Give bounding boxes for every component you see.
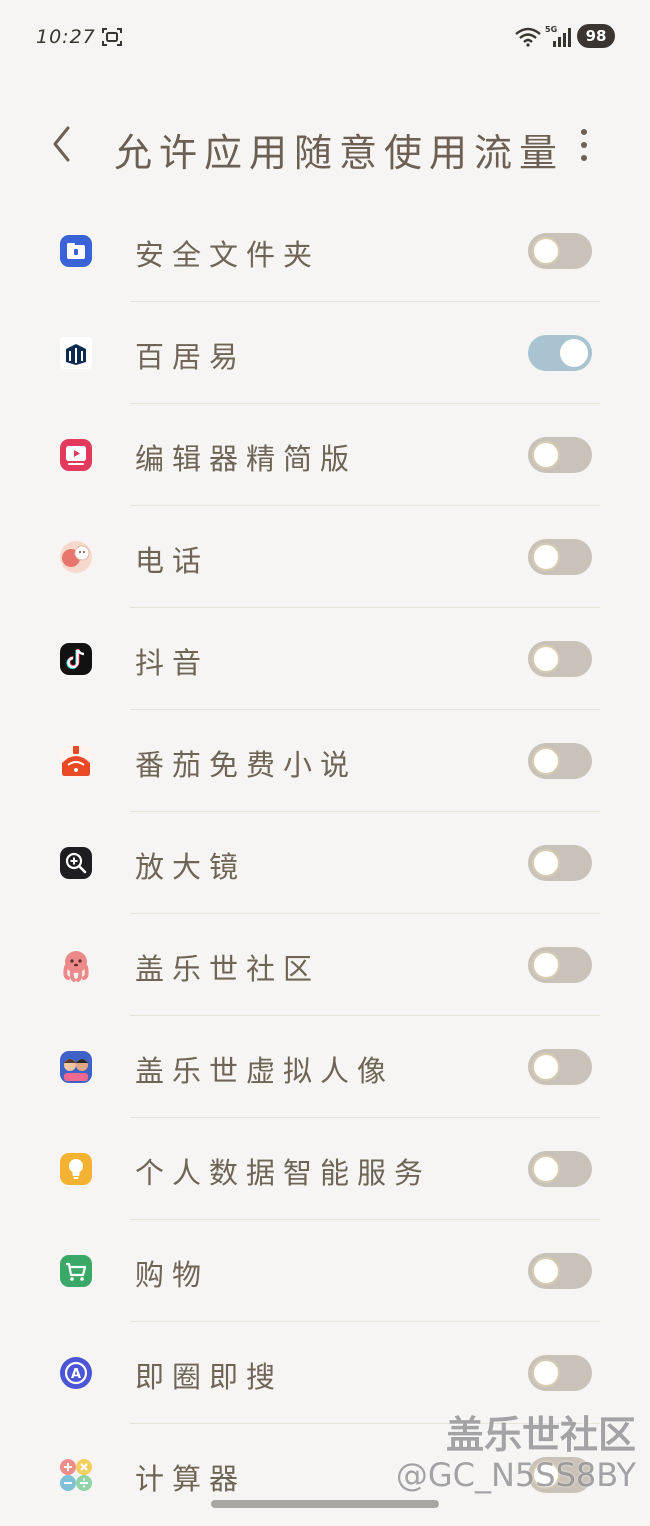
app-row[interactable]: 抖音 — [0, 608, 650, 710]
toggle-knob — [532, 441, 560, 469]
toggle-knob — [532, 951, 560, 979]
data-usage-toggle[interactable] — [528, 1151, 592, 1187]
data-usage-toggle[interactable] — [528, 1355, 592, 1391]
app-name: 电话 — [135, 544, 210, 578]
douyin-icon — [58, 641, 94, 677]
app-list: 安全文件夹 百居易 编辑器精简版 电话 抖音 番茄免费小说 放大镜 盖乐世社区 … — [0, 200, 650, 1526]
app-name: 计算器 — [135, 1462, 247, 1496]
app-name: 个人数据智能服务 — [135, 1156, 432, 1190]
circle-to-search-icon: A — [58, 1355, 94, 1391]
screenshot-icon — [101, 26, 123, 48]
data-usage-toggle[interactable] — [528, 1253, 592, 1289]
header: 允许应用随意使用流量 — [0, 100, 650, 190]
battery-indicator: 98 — [577, 24, 615, 48]
galaxy-community-icon — [58, 947, 94, 983]
app-name: 购物 — [135, 1258, 210, 1292]
app-name: 盖乐世社区 — [135, 952, 321, 986]
data-usage-toggle[interactable] — [528, 947, 592, 983]
data-usage-toggle[interactable] — [528, 641, 592, 677]
app-row[interactable]: 番茄免费小说 — [0, 710, 650, 812]
app-row[interactable]: 购物 — [0, 1220, 650, 1322]
data-usage-toggle[interactable] — [528, 539, 592, 575]
app-name: 放大镜 — [135, 850, 247, 884]
app-name: 番茄免费小说 — [135, 748, 358, 782]
watermark-user: @GC_N5SS8BY — [395, 1456, 636, 1494]
phone-icon — [58, 539, 94, 575]
page-title: 允许应用随意使用流量 — [114, 131, 565, 175]
magnifier-icon — [58, 845, 94, 881]
app-name: 盖乐世虚拟人像 — [135, 1054, 395, 1088]
more-vertical-icon — [581, 129, 587, 161]
data-usage-toggle[interactable] — [528, 1049, 592, 1085]
home-indicator[interactable] — [211, 1500, 439, 1508]
app-row[interactable]: 安全文件夹 — [0, 200, 650, 302]
app-row[interactable]: 盖乐世社区 — [0, 914, 650, 1016]
baijuyi-icon — [58, 335, 94, 371]
app-name: 编辑器精简版 — [135, 442, 358, 476]
toggle-knob — [532, 1257, 560, 1285]
toggle-knob — [532, 645, 560, 673]
app-row[interactable]: 电话 — [0, 506, 650, 608]
app-row[interactable]: 盖乐世虚拟人像 — [0, 1016, 650, 1118]
tomato-novel-icon — [58, 743, 94, 779]
app-name: 百居易 — [135, 340, 247, 374]
app-name: 抖音 — [135, 646, 210, 680]
svg-text:A: A — [71, 1367, 81, 1382]
network-type-text: 5G — [545, 25, 557, 34]
toggle-knob — [532, 237, 560, 265]
lightbulb-icon — [58, 1151, 94, 1187]
wifi-icon — [514, 27, 542, 47]
data-usage-toggle[interactable] — [528, 233, 592, 269]
app-row[interactable]: 百居易 — [0, 302, 650, 404]
app-name: 安全文件夹 — [135, 238, 321, 272]
data-usage-toggle[interactable] — [528, 845, 592, 881]
back-button[interactable] — [44, 120, 84, 168]
app-row[interactable]: 编辑器精简版 — [0, 404, 650, 506]
secure-folder-icon — [58, 233, 94, 269]
calculator-icon — [58, 1457, 94, 1493]
toggle-knob — [560, 339, 588, 367]
video-editor-icon — [58, 437, 94, 473]
app-name: 即圈即搜 — [135, 1360, 284, 1394]
data-usage-toggle[interactable] — [528, 335, 592, 371]
app-row[interactable]: 个人数据智能服务 — [0, 1118, 650, 1220]
back-arrow-icon — [53, 126, 70, 162]
status-bar: 10:27 5G 98 — [0, 0, 650, 76]
more-options-button[interactable] — [566, 122, 602, 168]
shopping-cart-icon — [58, 1253, 94, 1289]
status-time: 10:27 — [36, 26, 96, 48]
toggle-knob — [532, 849, 560, 877]
toggle-knob — [532, 1053, 560, 1081]
data-usage-toggle[interactable] — [528, 437, 592, 473]
app-row[interactable]: 放大镜 — [0, 812, 650, 914]
toggle-knob — [532, 1359, 560, 1387]
signal-icon: 5G — [545, 24, 571, 48]
toggle-knob — [532, 747, 560, 775]
ar-emoji-icon — [58, 1049, 94, 1085]
watermark-title: 盖乐世社区 — [445, 1413, 636, 1457]
toggle-knob — [532, 1155, 560, 1183]
data-usage-toggle[interactable] — [528, 743, 592, 779]
toggle-knob — [532, 543, 560, 571]
